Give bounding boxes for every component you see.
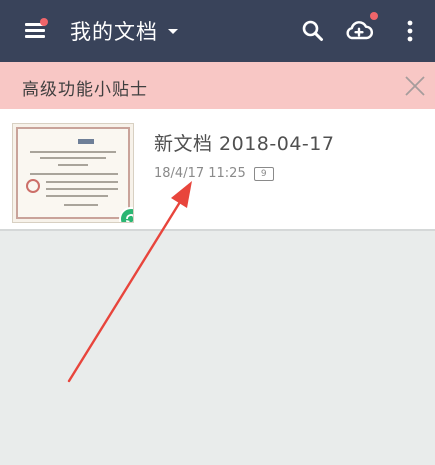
- close-icon: [405, 76, 425, 96]
- page-title: 我的文档: [70, 20, 158, 44]
- document-title: 新文档 2018-04-17: [154, 133, 335, 155]
- app-bar: 我的文档: [0, 0, 435, 62]
- certificate-logo: [78, 139, 94, 144]
- document-thumbnail: [12, 123, 134, 223]
- search-icon: [302, 20, 323, 41]
- tips-banner[interactable]: 高级功能小贴士: [0, 62, 435, 109]
- sync-icon: [126, 214, 133, 222]
- menu-bar-bottom: [25, 35, 45, 38]
- title-dropdown[interactable]: 我的文档: [70, 16, 178, 46]
- certificate-seal: [26, 179, 40, 193]
- document-card[interactable]: 新文档 2018-04-17 18/4/17 11:25 9: [0, 109, 435, 231]
- document-meta: 18/4/17 11:25 9: [154, 166, 274, 181]
- cloud-notification-dot: [370, 12, 378, 20]
- chevron-down-icon: [168, 28, 178, 34]
- tips-close-button[interactable]: [402, 73, 428, 99]
- cloud-sync-button[interactable]: [342, 12, 378, 48]
- page-count-badge: 9: [253, 166, 274, 181]
- search-button[interactable]: [296, 14, 330, 48]
- menu-bar-middle: [25, 29, 45, 32]
- document-date: 18/4/17 11:25: [154, 166, 246, 181]
- certificate-thumbnail: [16, 127, 130, 219]
- tips-banner-text: 高级功能小贴士: [22, 80, 148, 100]
- more-options-button[interactable]: [395, 14, 429, 48]
- menu-notification-dot: [40, 18, 48, 26]
- menu-button[interactable]: [22, 18, 50, 44]
- more-vert-icon: [407, 20, 413, 42]
